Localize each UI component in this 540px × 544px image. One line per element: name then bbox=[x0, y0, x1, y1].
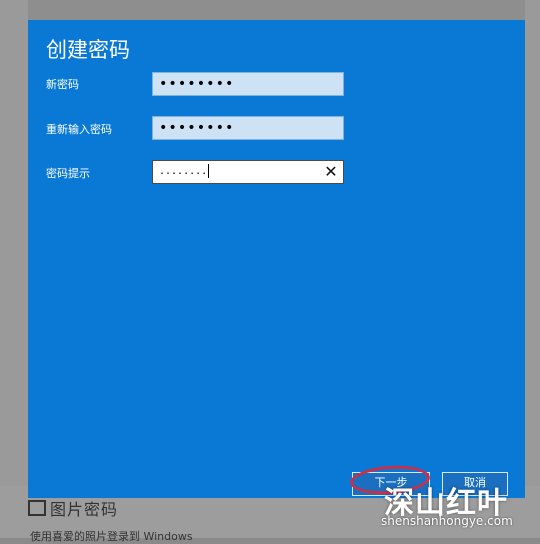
picture-password-label: 图片密码 bbox=[50, 500, 119, 519]
watermark-url: shenshanhongye.com bbox=[381, 514, 513, 528]
password-hint-field[interactable]: ........ ✕ bbox=[152, 160, 344, 184]
background-left-edge bbox=[0, 0, 28, 538]
picture-password-heading: 图片密码 bbox=[28, 496, 118, 520]
confirm-password-label: 重新输入密码 bbox=[46, 123, 112, 136]
background-right-edge bbox=[525, 0, 540, 538]
close-icon[interactable]: ✕ bbox=[323, 164, 339, 180]
dialog-title: 创建密码 bbox=[46, 38, 130, 62]
password-hint-value: ........ bbox=[159, 166, 208, 177]
picture-icon bbox=[28, 500, 46, 516]
new-password-field[interactable]: •••••••• bbox=[152, 72, 344, 96]
new-password-label: 新密码 bbox=[46, 78, 79, 91]
confirm-password-field[interactable]: •••••••• bbox=[152, 116, 344, 140]
create-password-dialog: 创建密码 新密码 •••••••• 重新输入密码 •••••••• 密码提示 .… bbox=[28, 20, 525, 498]
picture-password-description: 使用喜爱的照片登录到 Windows bbox=[30, 530, 193, 543]
password-hint-label: 密码提示 bbox=[46, 167, 90, 180]
text-caret bbox=[208, 164, 210, 178]
